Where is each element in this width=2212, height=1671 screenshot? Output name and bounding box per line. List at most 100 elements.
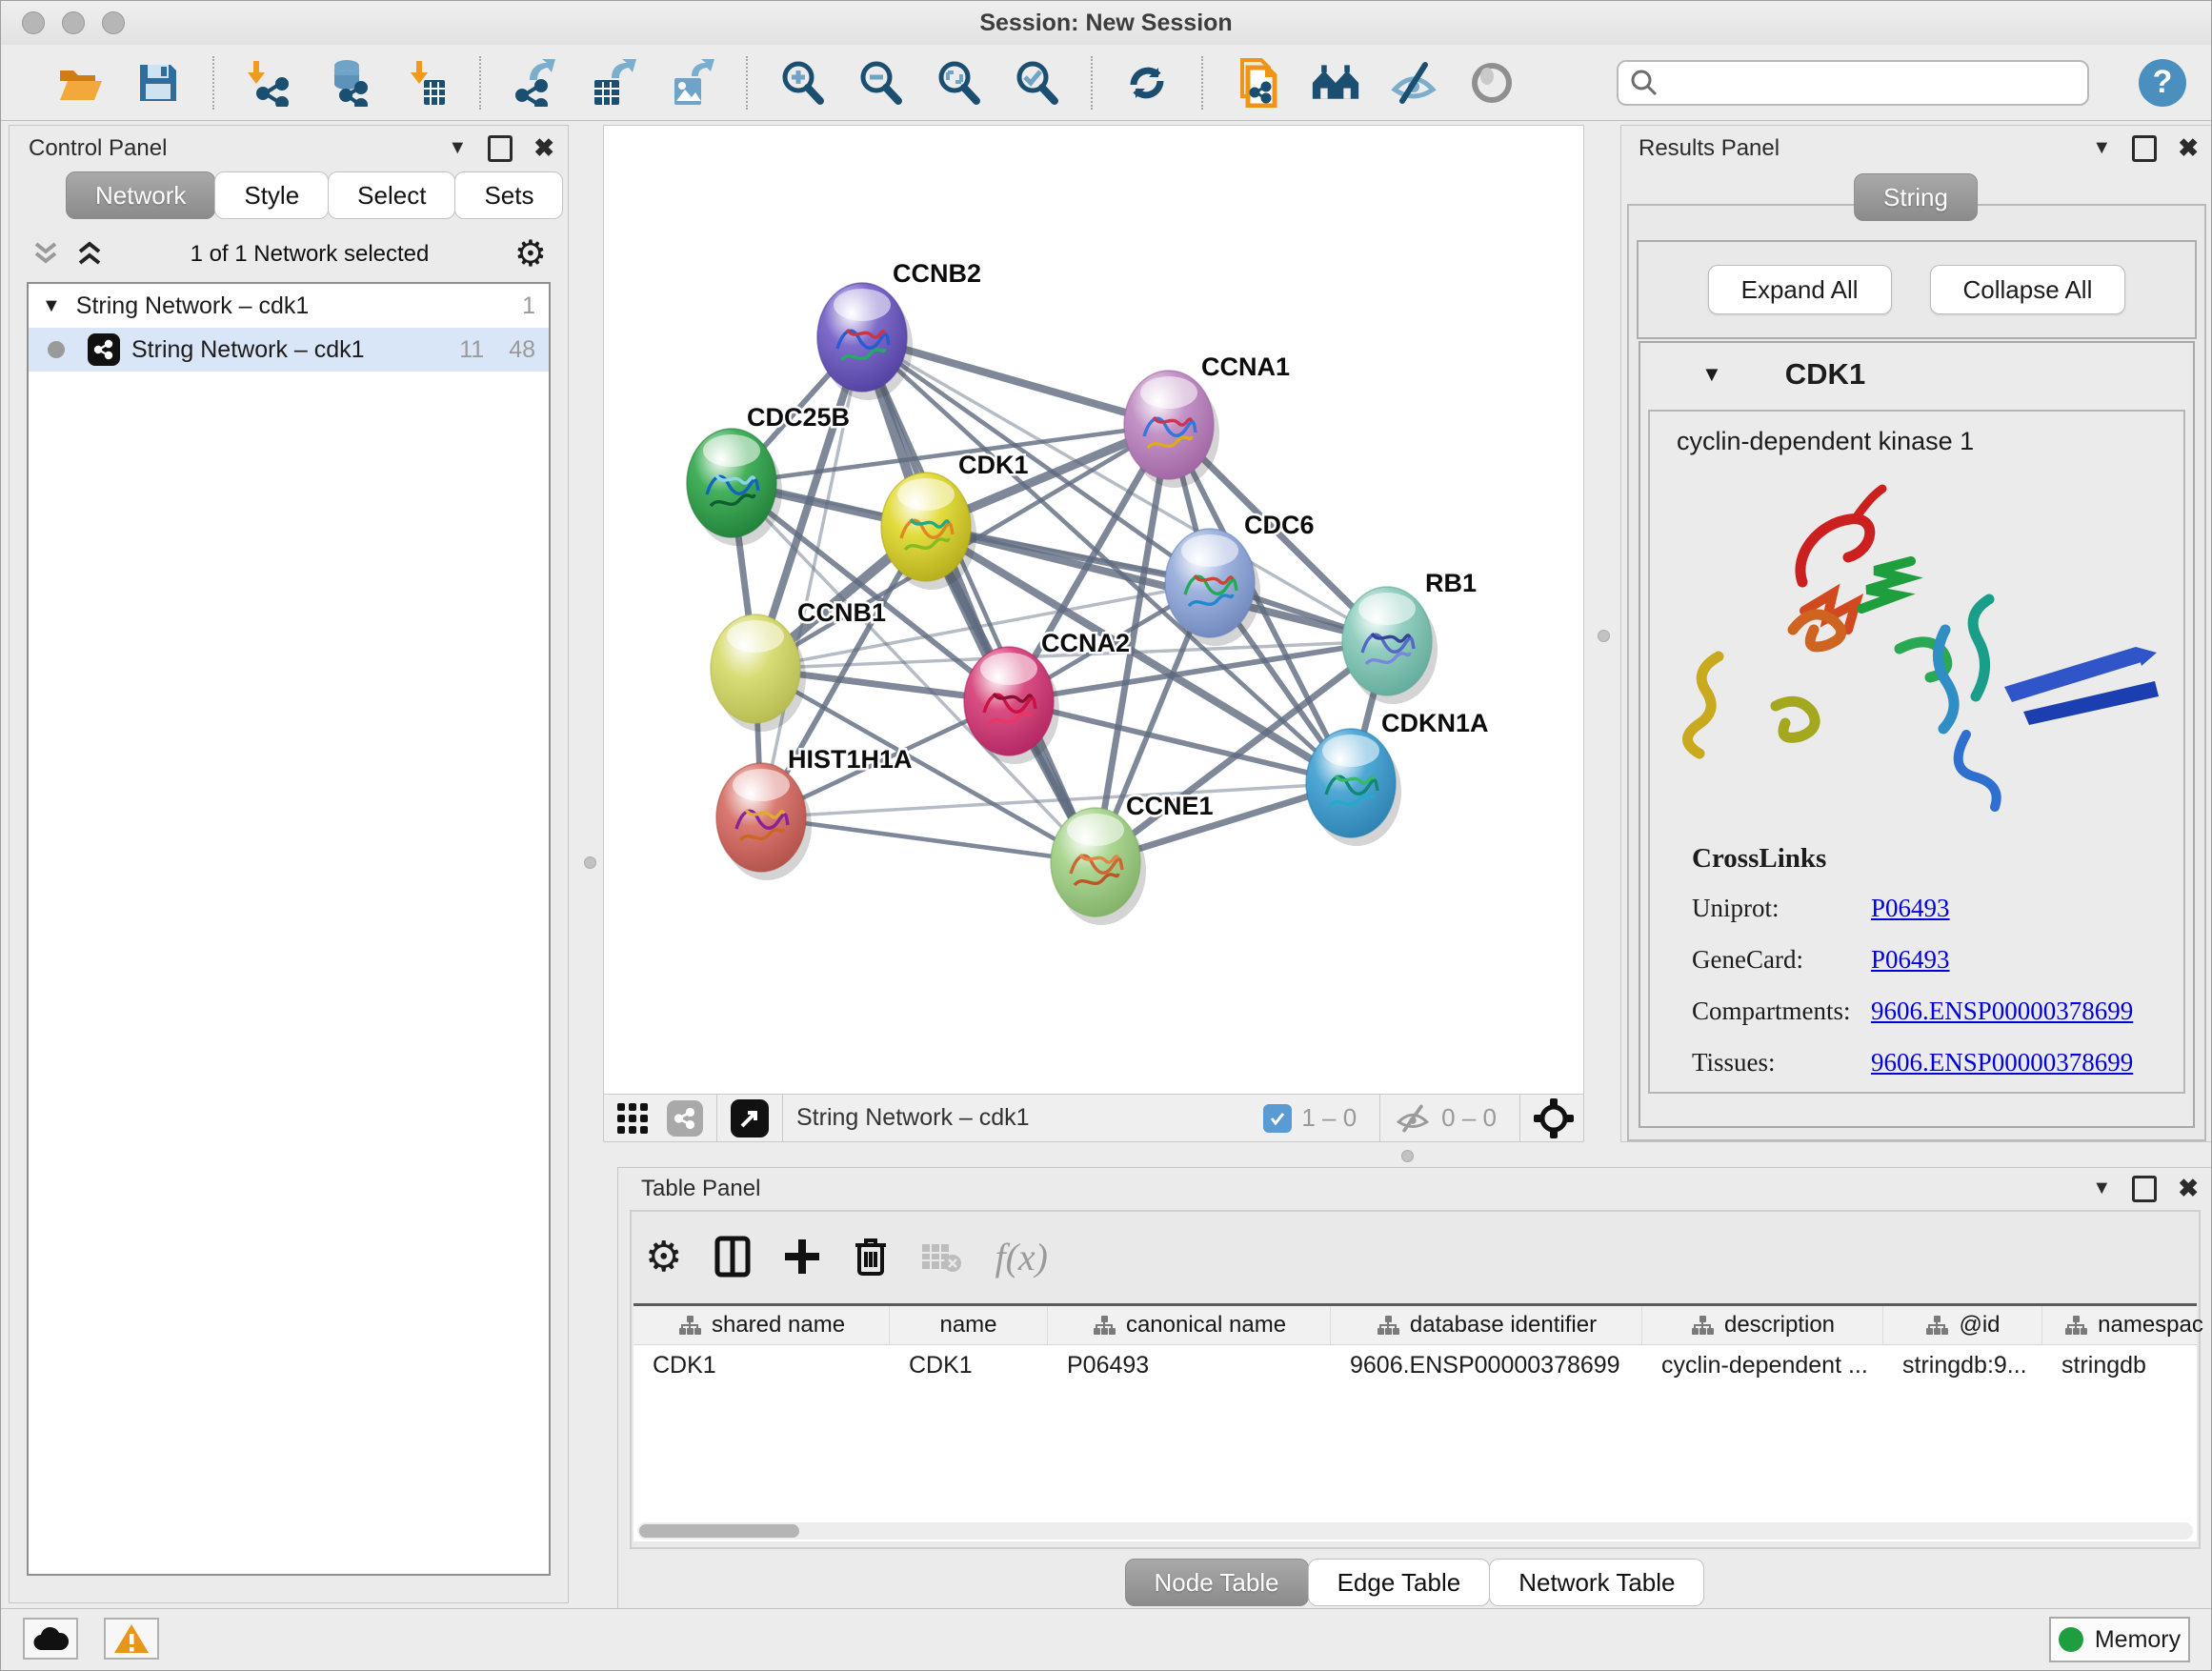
zoom-selected-button[interactable]: [1012, 58, 1061, 108]
tab-node-table[interactable]: Node Table: [1125, 1559, 1309, 1606]
panel-menu-icon[interactable]: ▼: [448, 137, 467, 159]
tab-string[interactable]: String: [1854, 173, 1978, 221]
table-cell[interactable]: 9606.ENSP00000378699: [1331, 1352, 1642, 1379]
table-settings-gear-icon[interactable]: ⚙: [645, 1233, 682, 1281]
cloud-status-button[interactable]: [23, 1618, 78, 1660]
table-row[interactable]: CDK1CDK1P064939606.ENSP00000378699cyclin…: [633, 1345, 2197, 1385]
network-node-CCNB2[interactable]: CCNB2: [817, 259, 981, 400]
column-header--id[interactable]: @id: [1883, 1306, 2042, 1344]
save-session-button[interactable]: [133, 58, 183, 108]
zoom-out-button[interactable]: [855, 58, 905, 108]
tab-style[interactable]: Style: [214, 171, 329, 219]
crosshair-icon[interactable]: [1534, 1098, 1574, 1138]
panel-close-icon[interactable]: ✖: [533, 133, 554, 163]
share-document-button[interactable]: [1233, 58, 1282, 108]
gear-icon[interactable]: ⚙: [514, 240, 547, 269]
network-tree-group-row[interactable]: ▼ String Network – cdk1 1: [29, 284, 549, 328]
network-node-RB1[interactable]: RB1: [1342, 569, 1477, 704]
export-image-button[interactable]: [667, 58, 716, 108]
string-panel-toggle-icon[interactable]: [667, 1100, 703, 1137]
network-status-dot: [48, 341, 65, 358]
panel-menu-icon[interactable]: ▼: [2092, 137, 2111, 159]
export-network-button[interactable]: [511, 58, 560, 108]
cloud-icon: [31, 1625, 70, 1652]
bottom-splitter-grip[interactable]: [1401, 1150, 1414, 1162]
warnings-button[interactable]: [104, 1618, 159, 1660]
add-column-icon[interactable]: [783, 1238, 821, 1276]
zoom-fit-button[interactable]: [934, 58, 983, 108]
open-in-window-icon[interactable]: [731, 1099, 769, 1137]
right-splitter-grip[interactable]: [1598, 630, 1610, 642]
homes-button[interactable]: [1311, 58, 1360, 108]
scrollbar-thumb[interactable]: [639, 1524, 799, 1538]
tab-network[interactable]: Network: [66, 171, 215, 219]
panel-float-icon[interactable]: [2132, 135, 2157, 162]
search-input[interactable]: [1668, 69, 2076, 97]
panel-close-icon[interactable]: ✖: [2178, 1174, 2199, 1203]
left-splitter-grip[interactable]: [584, 856, 596, 869]
column-header-description[interactable]: description: [1642, 1306, 1883, 1344]
panel-float-icon[interactable]: [488, 135, 513, 162]
expand-all-icon[interactable]: [74, 240, 105, 269]
help-button[interactable]: ?: [2139, 59, 2186, 107]
collapse-all-button[interactable]: Collapse All: [1930, 265, 2126, 314]
open-session-button[interactable]: [55, 58, 105, 108]
tab-network-table[interactable]: Network Table: [1489, 1559, 1704, 1606]
main-toolbar: ?: [1, 45, 2211, 121]
delete-column-trash-icon[interactable]: [854, 1236, 888, 1278]
node-label-CCNA1: CCNA1: [1201, 352, 1290, 381]
tab-select[interactable]: Select: [328, 171, 455, 219]
network-node-CDC6[interactable]: CDC6: [1165, 511, 1315, 646]
crosslink-row: Compartments:9606.ENSP00000378699: [1692, 985, 2183, 1037]
column-header-namespac[interactable]: namespac: [2042, 1306, 2212, 1344]
network-node-CDKN1A[interactable]: CDKN1A: [1306, 709, 1489, 846]
collapse-all-icon[interactable]: [30, 240, 61, 269]
table-cell[interactable]: cyclin-dependent ...: [1642, 1352, 1883, 1379]
crosslink-link[interactable]: 9606.ENSP00000378699: [1871, 997, 2133, 1026]
cdk1-section-header[interactable]: ▼ CDK1: [1640, 343, 2193, 406]
sphere-view-button[interactable]: [1467, 58, 1517, 108]
selected-checkbox-icon[interactable]: [1263, 1104, 1292, 1133]
table-cell[interactable]: stringdb: [2042, 1352, 2212, 1379]
network-node-CDC25B[interactable]: CDC25B: [687, 403, 850, 546]
network-tree-item-row[interactable]: String Network – cdk1 11 48: [29, 328, 549, 372]
tab-edge-table[interactable]: Edge Table: [1308, 1559, 1491, 1606]
toolbar-search[interactable]: [1617, 60, 2089, 106]
import-database-button[interactable]: [322, 58, 372, 108]
crosslink-link[interactable]: P06493: [1871, 945, 1950, 975]
import-network-button[interactable]: [244, 58, 293, 108]
table-cell[interactable]: CDK1: [890, 1352, 1048, 1379]
table-cell[interactable]: stringdb:9...: [1883, 1352, 2042, 1379]
horizontal-scrollbar[interactable]: [637, 1522, 2193, 1540]
column-header-database-identifier[interactable]: database identifier: [1331, 1306, 1642, 1344]
table-cell[interactable]: CDK1: [633, 1352, 890, 1379]
crosslink-row: Pharos:P06493: [1692, 1088, 2183, 1094]
network-node-HIST1H1A[interactable]: HIST1H1A: [716, 745, 913, 880]
gray-sphere-icon: [1470, 61, 1514, 105]
show-columns-icon[interactable]: [714, 1236, 751, 1278]
column-header-canonical-name[interactable]: canonical name: [1048, 1306, 1331, 1344]
column-header-name[interactable]: name: [890, 1306, 1048, 1344]
network-node-CCNA1[interactable]: CCNA1: [1124, 352, 1290, 488]
collapse-section-icon[interactable]: ▼: [1701, 362, 1722, 387]
tab-sets[interactable]: Sets: [454, 171, 563, 219]
panel-menu-icon[interactable]: ▼: [2092, 1178, 2111, 1199]
crosslink-link[interactable]: 9606.ENSP00000378699: [1871, 1048, 2133, 1077]
crosslink-link[interactable]: P06493: [1871, 894, 1950, 923]
birdseye-grid-icon[interactable]: [615, 1101, 650, 1136]
memory-label: Memory: [2095, 1626, 2181, 1654]
zoom-in-button[interactable]: [777, 58, 827, 108]
network-canvas[interactable]: CCNB2CCNA1CDC25BCDK1CDC6RB1CCNB1CCNA2CDK…: [603, 125, 1584, 1095]
export-table-button[interactable]: [589, 58, 638, 108]
panel-close-icon[interactable]: ✖: [2178, 133, 2199, 163]
hide-show-button[interactable]: [1389, 58, 1438, 108]
expand-all-button[interactable]: Expand All: [1708, 265, 1892, 314]
import-network-icon: [246, 59, 292, 107]
import-table-button[interactable]: [400, 58, 450, 108]
panel-float-icon[interactable]: [2132, 1176, 2157, 1202]
refresh-button[interactable]: [1122, 58, 1172, 108]
table-cell[interactable]: P06493: [1048, 1352, 1331, 1379]
expander-icon[interactable]: ▼: [42, 295, 61, 317]
memory-button[interactable]: Memory: [2049, 1617, 2190, 1662]
column-header-shared-name[interactable]: shared name: [633, 1306, 890, 1344]
